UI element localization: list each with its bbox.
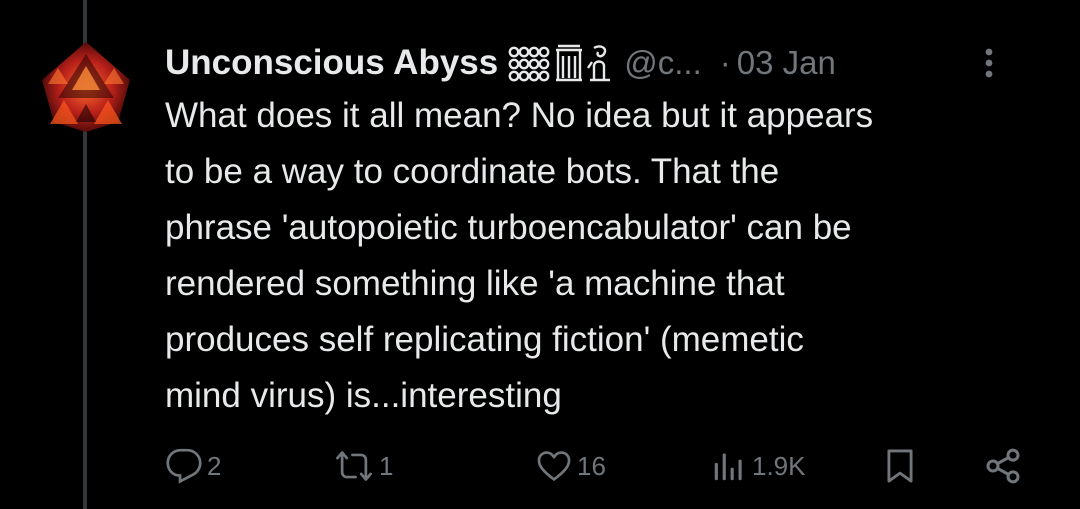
heart-icon [537, 451, 571, 481]
avatar-fractal-image [42, 42, 130, 132]
more-vertical-icon[interactable] [975, 46, 1003, 80]
circles-glyph-icon [508, 46, 550, 82]
share-icon [986, 448, 1020, 484]
reply-button[interactable]: 2 [165, 443, 221, 489]
author-handle[interactable]: @c... [624, 44, 702, 82]
avatar[interactable] [38, 38, 134, 134]
bookmark-button[interactable] [881, 443, 919, 489]
figure-glyph-icon [587, 45, 611, 82]
tweet-header: Unconscious Abyss @c... · 03 Jan [165, 40, 1045, 86]
views-icon [714, 453, 742, 481]
bookmark-icon [887, 449, 913, 483]
share-button[interactable] [983, 443, 1023, 489]
tweet-date[interactable]: 03 Jan [737, 44, 836, 82]
like-count: 16 [577, 450, 606, 481]
shrine-glyph-icon [556, 44, 583, 82]
views-button[interactable]: 1.9K [710, 443, 806, 489]
date-separator: · [719, 44, 731, 81]
author-display-name[interactable]: Unconscious Abyss [165, 43, 498, 83]
reply-icon [166, 448, 202, 484]
tweet[interactable]: Unconscious Abyss @c... · 03 Jan What do… [0, 0, 1080, 509]
repost-button[interactable]: 1 [333, 443, 393, 489]
tweet-actions: 2 1 16 1.9K [165, 443, 1035, 489]
views-count: 1.9K [752, 450, 806, 481]
repost-icon [336, 451, 372, 481]
tweet-text: What does it all mean? No idea but it ap… [165, 96, 874, 415]
author-name-emoji [508, 44, 612, 82]
like-button[interactable]: 16 [535, 443, 606, 489]
repost-count: 1 [379, 450, 394, 481]
reply-count: 2 [207, 450, 222, 481]
